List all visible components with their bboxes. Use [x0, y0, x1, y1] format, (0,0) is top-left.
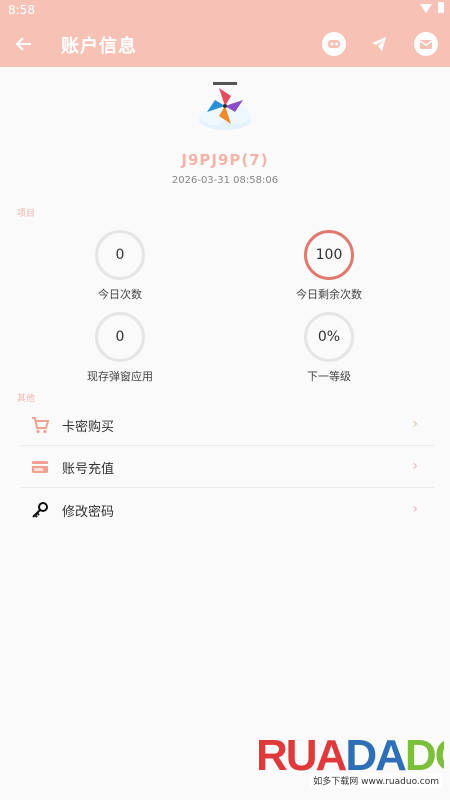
pinwheel-logo-icon: [199, 82, 251, 130]
wifi-icon: [420, 4, 432, 13]
page-title: 账户信息: [61, 36, 137, 57]
avatar[interactable]: [195, 82, 255, 134]
stat-label: 现存弹窗应用: [87, 370, 153, 383]
game-button[interactable]: [322, 32, 346, 56]
chevron-right-icon: ›: [412, 416, 418, 432]
menu-item-label: 卡密购买: [62, 420, 115, 435]
stat-label: 今日剩余次数: [296, 288, 362, 301]
mail-button[interactable]: [414, 32, 438, 56]
chevron-right-icon: ›: [412, 458, 418, 474]
stat-label: 今日次数: [98, 288, 142, 301]
stat-label: 下一等级: [307, 370, 351, 383]
telegram-icon: [372, 37, 386, 51]
menu-item-label: 账号充值: [62, 462, 115, 477]
watermark-subtitle: 如多下载网 www.ruaduo.com: [310, 773, 442, 788]
mail-icon: [419, 40, 433, 49]
menu-item-card-purchase[interactable]: 卡密购买 ›: [20, 404, 434, 446]
cart-icon: [32, 417, 50, 434]
telegram-button[interactable]: [367, 32, 391, 56]
battery-icon: [438, 2, 444, 13]
credit-card-icon: [32, 461, 48, 473]
app-bar: 账户信息: [0, 20, 450, 67]
game-controller-icon: [328, 40, 340, 48]
status-time: 8:58: [8, 3, 35, 17]
stat-value: 0: [95, 312, 145, 362]
menu-item-label: 修改密码: [62, 505, 115, 520]
watermark-logo: RUADADO 如多下载网 www.ruaduo.com: [256, 718, 450, 788]
stat-value: 0: [95, 230, 145, 280]
arrow-left-icon: [15, 37, 31, 51]
menu-item-change-password[interactable]: 修改密码 ›: [20, 489, 434, 531]
key-icon: [32, 502, 48, 518]
stat-today-count: 0 今日次数: [45, 230, 195, 302]
menu-item-recharge[interactable]: 账号充值 ›: [20, 446, 434, 488]
stat-value: 0%: [304, 312, 354, 362]
section-label-other: 其他: [17, 394, 36, 404]
username: J9PJ9P(7): [181, 151, 269, 169]
stat-next-level: 0% 下一等级: [254, 312, 404, 384]
last-login-time: 2026-03-31 08:58:06: [171, 175, 279, 186]
chevron-right-icon: ›: [412, 501, 418, 517]
back-button[interactable]: [12, 32, 36, 56]
divider: [20, 487, 434, 488]
stat-value: 100: [304, 230, 354, 280]
stat-remaining-count: 100 今日剩余次数: [254, 230, 404, 302]
section-label-items: 项目: [17, 209, 36, 219]
status-bar: 8:58: [0, 0, 450, 20]
stat-popup-apps: 0 现存弹窗应用: [45, 312, 195, 384]
